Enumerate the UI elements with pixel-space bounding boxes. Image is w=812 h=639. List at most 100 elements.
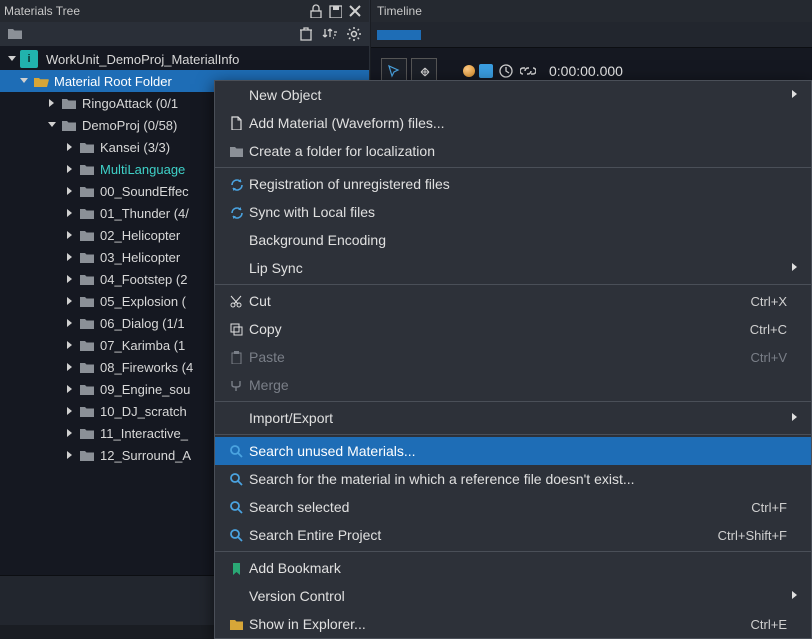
copy-icon — [225, 322, 247, 336]
folder-icon — [78, 272, 96, 286]
tree-item-label: 01_Thunder (4/ — [96, 206, 189, 221]
menu-item[interactable]: Search selectedCtrl+F — [215, 493, 811, 521]
paste-icon — [225, 350, 247, 364]
menu-item-label: Merge — [247, 377, 787, 393]
tree-item-label: 00_SoundEffec — [96, 184, 189, 199]
bookmark-icon — [225, 561, 247, 575]
refresh-icon — [225, 177, 247, 191]
menu-item-shortcut: Ctrl+C — [750, 322, 787, 337]
folder-icon — [78, 338, 96, 352]
folder-icon — [78, 448, 96, 462]
tree-item-label: 07_Karimba (1 — [96, 338, 185, 353]
save-icon[interactable] — [325, 2, 345, 20]
tree-item-label: RingoAttack (0/1 — [78, 96, 178, 111]
menu-item-shortcut: Ctrl+E — [751, 617, 787, 632]
lock-icon[interactable] — [305, 2, 325, 20]
folder-icon — [78, 360, 96, 374]
search-icon — [225, 500, 247, 514]
close-icon[interactable] — [345, 2, 365, 20]
tree-item-label: Kansei (3/3) — [96, 140, 170, 155]
tree-item-label: 06_Dialog (1/1 — [96, 316, 185, 331]
menu-item[interactable]: Version Control — [215, 582, 811, 610]
merge-icon — [225, 378, 247, 392]
folder-y-icon — [225, 617, 247, 631]
folder-icon — [78, 426, 96, 440]
menu-item-label: Cut — [247, 293, 751, 309]
menu-item[interactable]: Search unused Materials... — [215, 437, 811, 465]
chevron-right-icon[interactable] — [62, 315, 78, 331]
chevron-right-icon[interactable] — [62, 139, 78, 155]
folder-icon[interactable] — [6, 25, 24, 43]
chevron-down-icon[interactable] — [16, 73, 32, 89]
marker-icon[interactable] — [479, 64, 493, 78]
sort-icon[interactable] — [321, 25, 339, 43]
menu-item-label: Sync with Local files — [247, 204, 787, 220]
chevron-right-icon[interactable] — [62, 359, 78, 375]
chevron-right-icon[interactable] — [62, 381, 78, 397]
menu-item-label: New Object — [247, 87, 787, 103]
folder-icon — [78, 294, 96, 308]
menu-item-label: Search for the material in which a refer… — [247, 471, 787, 487]
context-menu: New Object Add Material (Waveform) files.… — [214, 80, 812, 639]
menu-item[interactable]: Add Bookmark — [215, 554, 811, 582]
menu-item[interactable]: Search for the material in which a refer… — [215, 465, 811, 493]
menu-item[interactable]: Search Entire ProjectCtrl+Shift+F — [215, 521, 811, 549]
folder-icon — [78, 184, 96, 198]
menu-item-shortcut: Ctrl+V — [751, 350, 787, 365]
chevron-down-icon[interactable] — [4, 51, 20, 67]
workunit-row[interactable]: i WorkUnit_DemoProj_MaterialInfo — [0, 48, 369, 70]
menu-item-label: Show in Explorer... — [247, 616, 751, 632]
menu-item[interactable]: Registration of unregistered files — [215, 170, 811, 198]
tree-toolbar — [0, 22, 369, 46]
menu-item-label: Version Control — [247, 588, 787, 604]
menu-item[interactable]: CopyCtrl+C — [215, 315, 811, 343]
chevron-right-icon[interactable] — [62, 425, 78, 441]
tree-item-label: 12_Surround_A — [96, 448, 191, 463]
gear-icon[interactable] — [345, 25, 363, 43]
workunit-label: WorkUnit_DemoProj_MaterialInfo — [42, 52, 239, 67]
chevron-right-icon[interactable] — [62, 161, 78, 177]
menu-item[interactable]: CutCtrl+X — [215, 287, 811, 315]
chevron-right-icon[interactable] — [62, 249, 78, 265]
record-icon[interactable] — [463, 65, 475, 77]
link-icon[interactable] — [519, 62, 537, 80]
chevron-right-icon[interactable] — [62, 447, 78, 463]
trash-icon[interactable] — [297, 25, 315, 43]
tree-panel-title: Materials Tree — [4, 4, 305, 18]
menu-item[interactable]: Background Encoding — [215, 226, 811, 254]
menu-item[interactable]: Add Material (Waveform) files... — [215, 109, 811, 137]
clock-icon[interactable] — [497, 62, 515, 80]
menu-item: PasteCtrl+V — [215, 343, 811, 371]
menu-item[interactable]: Create a folder for localization — [215, 137, 811, 165]
menu-item-label: Search Entire Project — [247, 527, 718, 543]
menu-item-label: Background Encoding — [247, 232, 787, 248]
tree-item-label: 10_DJ_scratch — [96, 404, 187, 419]
chevron-right-icon — [787, 591, 801, 601]
chevron-right-icon[interactable] — [62, 293, 78, 309]
chevron-right-icon[interactable] — [62, 227, 78, 243]
menu-item-label: Import/Export — [247, 410, 787, 426]
menu-item[interactable]: Lip Sync — [215, 254, 811, 282]
folder-icon — [78, 316, 96, 330]
chevron-right-icon[interactable] — [62, 337, 78, 353]
tree-item-label: 02_Helicopter — [96, 228, 180, 243]
menu-item[interactable]: Show in Explorer...Ctrl+E — [215, 610, 811, 638]
menu-item[interactable]: Sync with Local files — [215, 198, 811, 226]
folder-icon — [78, 162, 96, 176]
chevron-right-icon[interactable] — [62, 183, 78, 199]
chevron-right-icon[interactable] — [62, 403, 78, 419]
tree-item-label: 08_Fireworks (4 — [96, 360, 193, 375]
menu-item[interactable]: Import/Export — [215, 404, 811, 432]
folder-icon — [78, 250, 96, 264]
chevron-right-icon[interactable] — [44, 95, 60, 111]
timeline-strip[interactable] — [371, 22, 812, 48]
menu-item[interactable]: New Object — [215, 81, 811, 109]
chevron-right-icon — [787, 413, 801, 423]
chevron-right-icon[interactable] — [62, 271, 78, 287]
tree-item-label: 03_Helicopter — [96, 250, 180, 265]
tree-item-label: MultiLanguage — [96, 162, 185, 177]
workunit-icon: i — [20, 50, 38, 68]
chevron-down-icon[interactable] — [44, 117, 60, 133]
chevron-right-icon[interactable] — [62, 205, 78, 221]
search-icon — [225, 528, 247, 542]
